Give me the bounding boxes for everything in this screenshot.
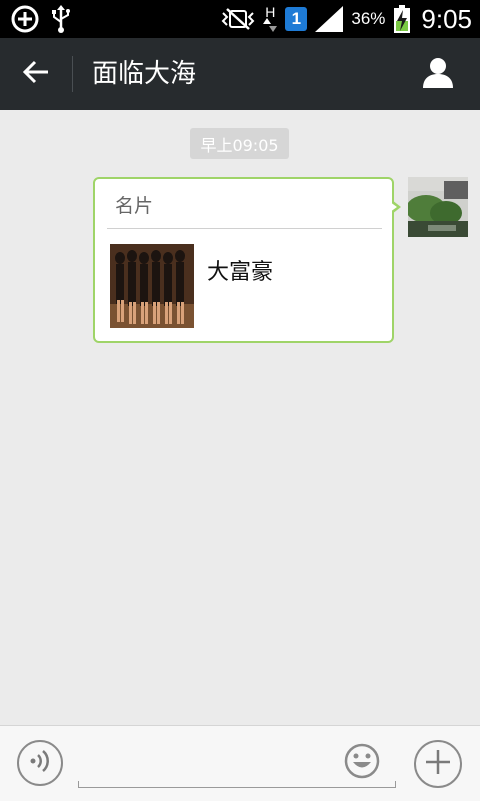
message-timestamp: 早上09:05 [190, 128, 289, 159]
network-h-icon: H [263, 4, 278, 32]
contact-info-button[interactable] [420, 56, 456, 92]
network-type-label: H [265, 4, 276, 20]
person-icon [421, 56, 455, 92]
voice-icon [27, 748, 53, 778]
battery-percent: 36% [351, 9, 386, 28]
plus-icon [424, 748, 452, 780]
title-divider [72, 56, 73, 92]
back-button[interactable] [18, 58, 54, 90]
battery-charging-icon [393, 4, 411, 34]
card-label: 名片 [115, 195, 154, 217]
status-bar: H 1 36% 9:05 [0, 0, 480, 38]
my-avatar[interactable] [408, 177, 468, 237]
emoji-icon [344, 743, 380, 783]
sim-1-icon: 1 [285, 7, 308, 31]
chat-title: 面临大海 [92, 59, 197, 89]
usb-icon [50, 4, 72, 34]
emoji-button[interactable] [344, 743, 380, 783]
vibrate-mute-icon [221, 7, 255, 31]
contact-card-message[interactable]: 名片 大富豪 [93, 177, 394, 343]
card-contact-name: 大富豪 [207, 260, 274, 285]
more-options-button[interactable] [414, 740, 462, 788]
signal-icon [315, 6, 344, 32]
card-divider [107, 228, 382, 229]
voice-button[interactable] [17, 740, 63, 786]
card-contact-avatar [110, 244, 194, 328]
clock: 9:05 [421, 3, 472, 34]
arrow-left-icon [22, 59, 50, 89]
add-circle-icon [10, 4, 40, 34]
title-bar: 面临大海 [0, 38, 480, 110]
bubble-tail-inner [390, 202, 397, 212]
input-bar [0, 725, 480, 801]
